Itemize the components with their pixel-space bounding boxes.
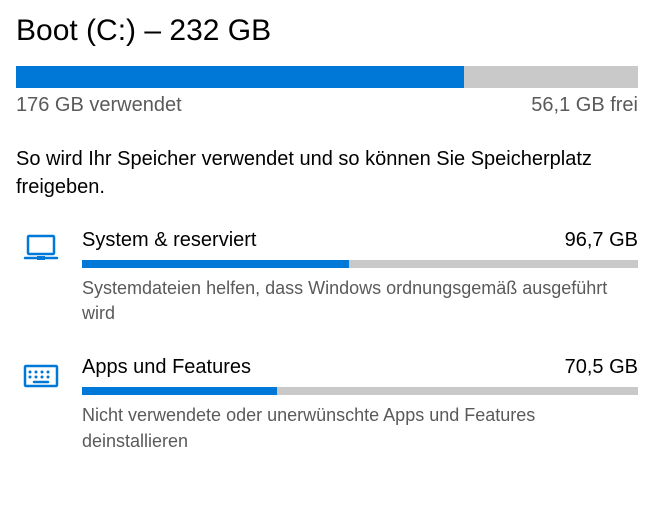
category-size: 96,7 GB	[565, 229, 638, 252]
category-name: Apps und Features	[82, 356, 251, 379]
laptop-icon	[16, 229, 66, 263]
storage-description: So wird Ihr Speicher verwendet und so kö…	[16, 145, 638, 201]
free-label: 56,1 GB frei	[531, 94, 638, 117]
category-bar-fill	[82, 260, 349, 268]
category-bar-fill	[82, 387, 277, 395]
storage-bar-fill	[16, 66, 464, 88]
category-desc: Systemdateien helfen, dass Windows ordnu…	[82, 276, 638, 326]
keyboard-icon	[16, 356, 66, 390]
drive-title: Boot (C:) – 232 GB	[16, 14, 638, 48]
used-label: 176 GB verwendet	[16, 94, 182, 117]
storage-bar	[16, 66, 638, 88]
category-system[interactable]: System & reserviert 96,7 GB Systemdateie…	[16, 229, 638, 326]
category-name: System & reserviert	[82, 229, 256, 252]
category-bar	[82, 260, 638, 268]
category-bar	[82, 387, 638, 395]
category-apps[interactable]: Apps und Features 70,5 GB Nicht verwende…	[16, 356, 638, 453]
category-desc: Nicht verwendete oder unerwünschte Apps …	[82, 403, 638, 453]
category-size: 70,5 GB	[565, 356, 638, 379]
